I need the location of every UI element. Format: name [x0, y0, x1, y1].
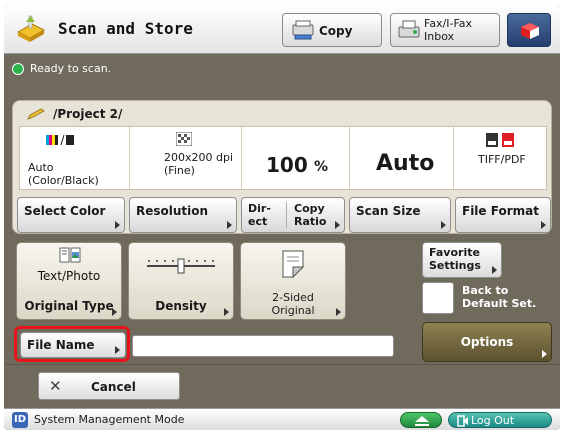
- tiff-pdf-icon: [486, 133, 514, 147]
- settings-values: Auto (Color/Black) 200x200 dpi (Fine) 10…: [19, 126, 547, 190]
- divider: [4, 364, 560, 365]
- file-format-value-cell: TIFF/PDF: [454, 127, 546, 189]
- status-ok-icon: [12, 63, 24, 75]
- original-type-label: Original Type: [24, 299, 114, 313]
- log-out-label: Log Out: [471, 414, 515, 427]
- copy-label: Copy: [319, 24, 353, 38]
- log-out-icon: [457, 415, 468, 427]
- cube-icon: [521, 23, 539, 39]
- select-color-label: Select Color: [24, 204, 106, 218]
- cancel-label: Cancel: [91, 380, 136, 394]
- system-management-mode-label: System Management Mode: [34, 413, 185, 426]
- footer-bar: ID System Management Mode Log Out: [4, 408, 560, 430]
- arrow-icon: [441, 221, 446, 229]
- resolution-label: Resolution: [136, 204, 209, 218]
- scan-store-icon: [16, 15, 46, 42]
- back-to-default-label: Back to Default Set.: [462, 284, 537, 310]
- cancel-button[interactable]: ✕ Cancel: [38, 372, 180, 400]
- color-value-cell: Auto (Color/Black): [20, 127, 130, 189]
- scan-size-label: Scan Size: [356, 204, 421, 218]
- ratio-value-cell: 100 %: [242, 127, 350, 189]
- scan-size-button[interactable]: Scan Size: [349, 197, 451, 233]
- arrow-icon: [115, 221, 120, 229]
- select-color-button[interactable]: Select Color: [17, 197, 125, 233]
- resolution-button[interactable]: Resolution: [129, 197, 237, 233]
- resolution-icon: [176, 132, 192, 146]
- fax-inbox-button[interactable]: Fax/I-Fax Inbox: [390, 13, 500, 47]
- two-sided-original-button[interactable]: 2-Sided Original: [240, 242, 346, 320]
- arrow-icon: [335, 221, 340, 229]
- close-icon: ✕: [49, 377, 62, 395]
- scan-size-value-cell: Auto: [350, 127, 454, 189]
- arrow-icon: [542, 350, 547, 358]
- arrow-icon: [224, 308, 229, 316]
- original-type-value: Text/Photo: [37, 269, 101, 283]
- project-path-text: /Project 2/: [53, 107, 123, 121]
- file-format-value: TIFF/PDF: [478, 153, 526, 166]
- copier-icon: [292, 20, 314, 40]
- text-photo-icon: [59, 247, 81, 263]
- original-type-button[interactable]: Text/Photo Original Type: [16, 242, 122, 320]
- arrow-icon: [115, 346, 120, 354]
- density-slider-icon: [147, 258, 215, 274]
- arrow-icon: [541, 221, 546, 229]
- arrow-icon: [492, 266, 497, 274]
- pencil-icon: [27, 108, 45, 120]
- resolution-value-cell: 200x200 dpi (Fine): [130, 127, 242, 189]
- favorite-label: Favorite Settings: [429, 246, 481, 272]
- file-name-label: File Name: [27, 338, 95, 352]
- scan-size-value: Auto: [376, 151, 435, 176]
- copy-ratio-label: Copy Ratio: [294, 202, 327, 228]
- status-text: Ready to scan.: [30, 62, 112, 75]
- app-title: Scan and Store: [58, 19, 193, 38]
- copy-button[interactable]: Copy: [282, 13, 382, 47]
- eject-icon: [415, 416, 429, 426]
- density-label: Density: [155, 299, 207, 313]
- fax-label: Fax/I-Fax Inbox: [424, 17, 473, 43]
- ratio-value: 100: [266, 153, 308, 177]
- options-button[interactable]: Options: [422, 322, 552, 362]
- arrow-icon: [227, 221, 232, 229]
- header-bar: Scan and Store Copy Fax/I-Fax Inbox: [4, 4, 560, 54]
- divider: [286, 202, 287, 228]
- direct-copy-ratio-button[interactable]: Dir- ect Copy Ratio: [241, 197, 345, 233]
- ratio-unit: %: [314, 159, 329, 175]
- main-menu-button[interactable]: [507, 13, 551, 47]
- favorite-settings-button[interactable]: Favorite Settings: [422, 242, 502, 278]
- arrow-icon: [112, 308, 117, 316]
- two-sided-icon: [282, 250, 305, 279]
- setting-tabs: Select Color Resolution Dir- ect Copy Ra…: [13, 197, 553, 233]
- density-button[interactable]: Density: [128, 242, 234, 320]
- two-sided-label: 2-Sided Original: [271, 291, 315, 317]
- file-format-button[interactable]: File Format: [455, 197, 551, 233]
- id-icon: ID: [12, 412, 28, 428]
- resolution-value: 200x200 dpi (Fine): [164, 151, 234, 177]
- fax-icon: [398, 20, 420, 38]
- file-format-label: File Format: [462, 204, 539, 218]
- scan-and-store-screen: Scan and Store Copy Fax/I-Fax Inbox Read…: [4, 4, 560, 430]
- color-mode-icon: [46, 134, 74, 146]
- arrow-icon: [336, 308, 341, 316]
- color-value: Auto (Color/Black): [28, 161, 99, 187]
- options-label: Options: [460, 335, 514, 349]
- settings-panel: /Project 2/ Auto (Color/Black) 200x200 d…: [12, 100, 552, 234]
- eject-button[interactable]: [400, 412, 442, 428]
- file-name-button[interactable]: File Name: [20, 332, 126, 358]
- back-to-default-button[interactable]: [422, 282, 454, 314]
- direct-label: Dir- ect: [248, 202, 271, 228]
- file-name-input[interactable]: [132, 335, 394, 357]
- log-out-button[interactable]: Log Out: [448, 412, 552, 428]
